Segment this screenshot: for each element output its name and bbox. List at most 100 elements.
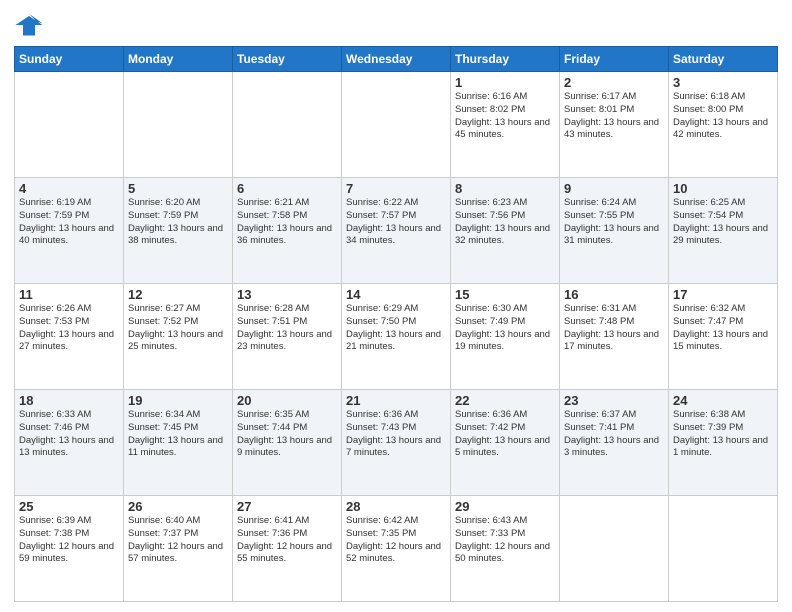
calendar-cell: 22Sunrise: 6:36 AM Sunset: 7:42 PM Dayli…: [451, 390, 560, 496]
day-info: Sunrise: 6:20 AM Sunset: 7:59 PM Dayligh…: [128, 197, 228, 248]
day-info: Sunrise: 6:26 AM Sunset: 7:53 PM Dayligh…: [19, 303, 119, 354]
day-number: 20: [237, 393, 337, 408]
calendar-cell: 26Sunrise: 6:40 AM Sunset: 7:37 PM Dayli…: [124, 496, 233, 602]
calendar-week-2: 11Sunrise: 6:26 AM Sunset: 7:53 PM Dayli…: [15, 284, 778, 390]
day-info: Sunrise: 6:34 AM Sunset: 7:45 PM Dayligh…: [128, 409, 228, 460]
day-number: 29: [455, 499, 555, 514]
day-number: 17: [673, 287, 773, 302]
calendar-cell: 10Sunrise: 6:25 AM Sunset: 7:54 PM Dayli…: [669, 178, 778, 284]
day-number: 16: [564, 287, 664, 302]
calendar-header-row: SundayMondayTuesdayWednesdayThursdayFrid…: [15, 47, 778, 72]
calendar-cell: 21Sunrise: 6:36 AM Sunset: 7:43 PM Dayli…: [342, 390, 451, 496]
day-info: Sunrise: 6:40 AM Sunset: 7:37 PM Dayligh…: [128, 515, 228, 566]
day-number: 8: [455, 181, 555, 196]
col-header-sunday: Sunday: [15, 47, 124, 72]
calendar-cell: 18Sunrise: 6:33 AM Sunset: 7:46 PM Dayli…: [15, 390, 124, 496]
calendar-cell: 2Sunrise: 6:17 AM Sunset: 8:01 PM Daylig…: [560, 72, 669, 178]
day-info: Sunrise: 6:21 AM Sunset: 7:58 PM Dayligh…: [237, 197, 337, 248]
day-info: Sunrise: 6:19 AM Sunset: 7:59 PM Dayligh…: [19, 197, 119, 248]
day-number: 15: [455, 287, 555, 302]
day-number: 26: [128, 499, 228, 514]
calendar-cell: 3Sunrise: 6:18 AM Sunset: 8:00 PM Daylig…: [669, 72, 778, 178]
calendar-cell: 14Sunrise: 6:29 AM Sunset: 7:50 PM Dayli…: [342, 284, 451, 390]
calendar-cell: 25Sunrise: 6:39 AM Sunset: 7:38 PM Dayli…: [15, 496, 124, 602]
day-info: Sunrise: 6:31 AM Sunset: 7:48 PM Dayligh…: [564, 303, 664, 354]
day-number: 18: [19, 393, 119, 408]
calendar-cell: [233, 72, 342, 178]
day-number: 4: [19, 181, 119, 196]
day-info: Sunrise: 6:37 AM Sunset: 7:41 PM Dayligh…: [564, 409, 664, 460]
col-header-saturday: Saturday: [669, 47, 778, 72]
calendar-cell: 24Sunrise: 6:38 AM Sunset: 7:39 PM Dayli…: [669, 390, 778, 496]
day-number: 1: [455, 75, 555, 90]
calendar-cell: 7Sunrise: 6:22 AM Sunset: 7:57 PM Daylig…: [342, 178, 451, 284]
day-number: 10: [673, 181, 773, 196]
day-number: 13: [237, 287, 337, 302]
calendar-cell: 28Sunrise: 6:42 AM Sunset: 7:35 PM Dayli…: [342, 496, 451, 602]
col-header-tuesday: Tuesday: [233, 47, 342, 72]
calendar-cell: [342, 72, 451, 178]
day-info: Sunrise: 6:43 AM Sunset: 7:33 PM Dayligh…: [455, 515, 555, 566]
calendar-cell: 27Sunrise: 6:41 AM Sunset: 7:36 PM Dayli…: [233, 496, 342, 602]
day-info: Sunrise: 6:42 AM Sunset: 7:35 PM Dayligh…: [346, 515, 446, 566]
day-info: Sunrise: 6:32 AM Sunset: 7:47 PM Dayligh…: [673, 303, 773, 354]
calendar-cell: 9Sunrise: 6:24 AM Sunset: 7:55 PM Daylig…: [560, 178, 669, 284]
day-number: 23: [564, 393, 664, 408]
day-number: 27: [237, 499, 337, 514]
calendar-cell: 4Sunrise: 6:19 AM Sunset: 7:59 PM Daylig…: [15, 178, 124, 284]
day-number: 12: [128, 287, 228, 302]
col-header-thursday: Thursday: [451, 47, 560, 72]
calendar-cell: [124, 72, 233, 178]
calendar-cell: 5Sunrise: 6:20 AM Sunset: 7:59 PM Daylig…: [124, 178, 233, 284]
day-number: 5: [128, 181, 228, 196]
calendar-cell: 11Sunrise: 6:26 AM Sunset: 7:53 PM Dayli…: [15, 284, 124, 390]
day-info: Sunrise: 6:30 AM Sunset: 7:49 PM Dayligh…: [455, 303, 555, 354]
day-number: 6: [237, 181, 337, 196]
day-info: Sunrise: 6:22 AM Sunset: 7:57 PM Dayligh…: [346, 197, 446, 248]
day-info: Sunrise: 6:23 AM Sunset: 7:56 PM Dayligh…: [455, 197, 555, 248]
calendar-cell: 17Sunrise: 6:32 AM Sunset: 7:47 PM Dayli…: [669, 284, 778, 390]
day-number: 11: [19, 287, 119, 302]
day-info: Sunrise: 6:24 AM Sunset: 7:55 PM Dayligh…: [564, 197, 664, 248]
calendar-cell: 19Sunrise: 6:34 AM Sunset: 7:45 PM Dayli…: [124, 390, 233, 496]
day-info: Sunrise: 6:27 AM Sunset: 7:52 PM Dayligh…: [128, 303, 228, 354]
day-info: Sunrise: 6:41 AM Sunset: 7:36 PM Dayligh…: [237, 515, 337, 566]
day-info: Sunrise: 6:36 AM Sunset: 7:43 PM Dayligh…: [346, 409, 446, 460]
col-header-wednesday: Wednesday: [342, 47, 451, 72]
day-number: 9: [564, 181, 664, 196]
day-number: 28: [346, 499, 446, 514]
day-number: 24: [673, 393, 773, 408]
calendar-cell: 13Sunrise: 6:28 AM Sunset: 7:51 PM Dayli…: [233, 284, 342, 390]
calendar-week-1: 4Sunrise: 6:19 AM Sunset: 7:59 PM Daylig…: [15, 178, 778, 284]
calendar-cell: 12Sunrise: 6:27 AM Sunset: 7:52 PM Dayli…: [124, 284, 233, 390]
calendar-cell: 16Sunrise: 6:31 AM Sunset: 7:48 PM Dayli…: [560, 284, 669, 390]
calendar-week-0: 1Sunrise: 6:16 AM Sunset: 8:02 PM Daylig…: [15, 72, 778, 178]
day-info: Sunrise: 6:36 AM Sunset: 7:42 PM Dayligh…: [455, 409, 555, 460]
header: [14, 10, 778, 40]
calendar-cell: [560, 496, 669, 602]
calendar-cell: 23Sunrise: 6:37 AM Sunset: 7:41 PM Dayli…: [560, 390, 669, 496]
day-info: Sunrise: 6:25 AM Sunset: 7:54 PM Dayligh…: [673, 197, 773, 248]
day-number: 2: [564, 75, 664, 90]
calendar-cell: [669, 496, 778, 602]
day-number: 22: [455, 393, 555, 408]
calendar-week-4: 25Sunrise: 6:39 AM Sunset: 7:38 PM Dayli…: [15, 496, 778, 602]
calendar-cell: [15, 72, 124, 178]
day-number: 19: [128, 393, 228, 408]
day-number: 3: [673, 75, 773, 90]
day-info: Sunrise: 6:18 AM Sunset: 8:00 PM Dayligh…: [673, 91, 773, 142]
logo: [14, 10, 48, 40]
calendar-cell: 1Sunrise: 6:16 AM Sunset: 8:02 PM Daylig…: [451, 72, 560, 178]
logo-bird-icon: [14, 10, 44, 40]
day-info: Sunrise: 6:16 AM Sunset: 8:02 PM Dayligh…: [455, 91, 555, 142]
day-number: 7: [346, 181, 446, 196]
day-info: Sunrise: 6:33 AM Sunset: 7:46 PM Dayligh…: [19, 409, 119, 460]
day-info: Sunrise: 6:39 AM Sunset: 7:38 PM Dayligh…: [19, 515, 119, 566]
day-info: Sunrise: 6:38 AM Sunset: 7:39 PM Dayligh…: [673, 409, 773, 460]
calendar-cell: 29Sunrise: 6:43 AM Sunset: 7:33 PM Dayli…: [451, 496, 560, 602]
calendar-table: SundayMondayTuesdayWednesdayThursdayFrid…: [14, 46, 778, 602]
day-info: Sunrise: 6:28 AM Sunset: 7:51 PM Dayligh…: [237, 303, 337, 354]
calendar-week-3: 18Sunrise: 6:33 AM Sunset: 7:46 PM Dayli…: [15, 390, 778, 496]
day-info: Sunrise: 6:35 AM Sunset: 7:44 PM Dayligh…: [237, 409, 337, 460]
day-number: 21: [346, 393, 446, 408]
